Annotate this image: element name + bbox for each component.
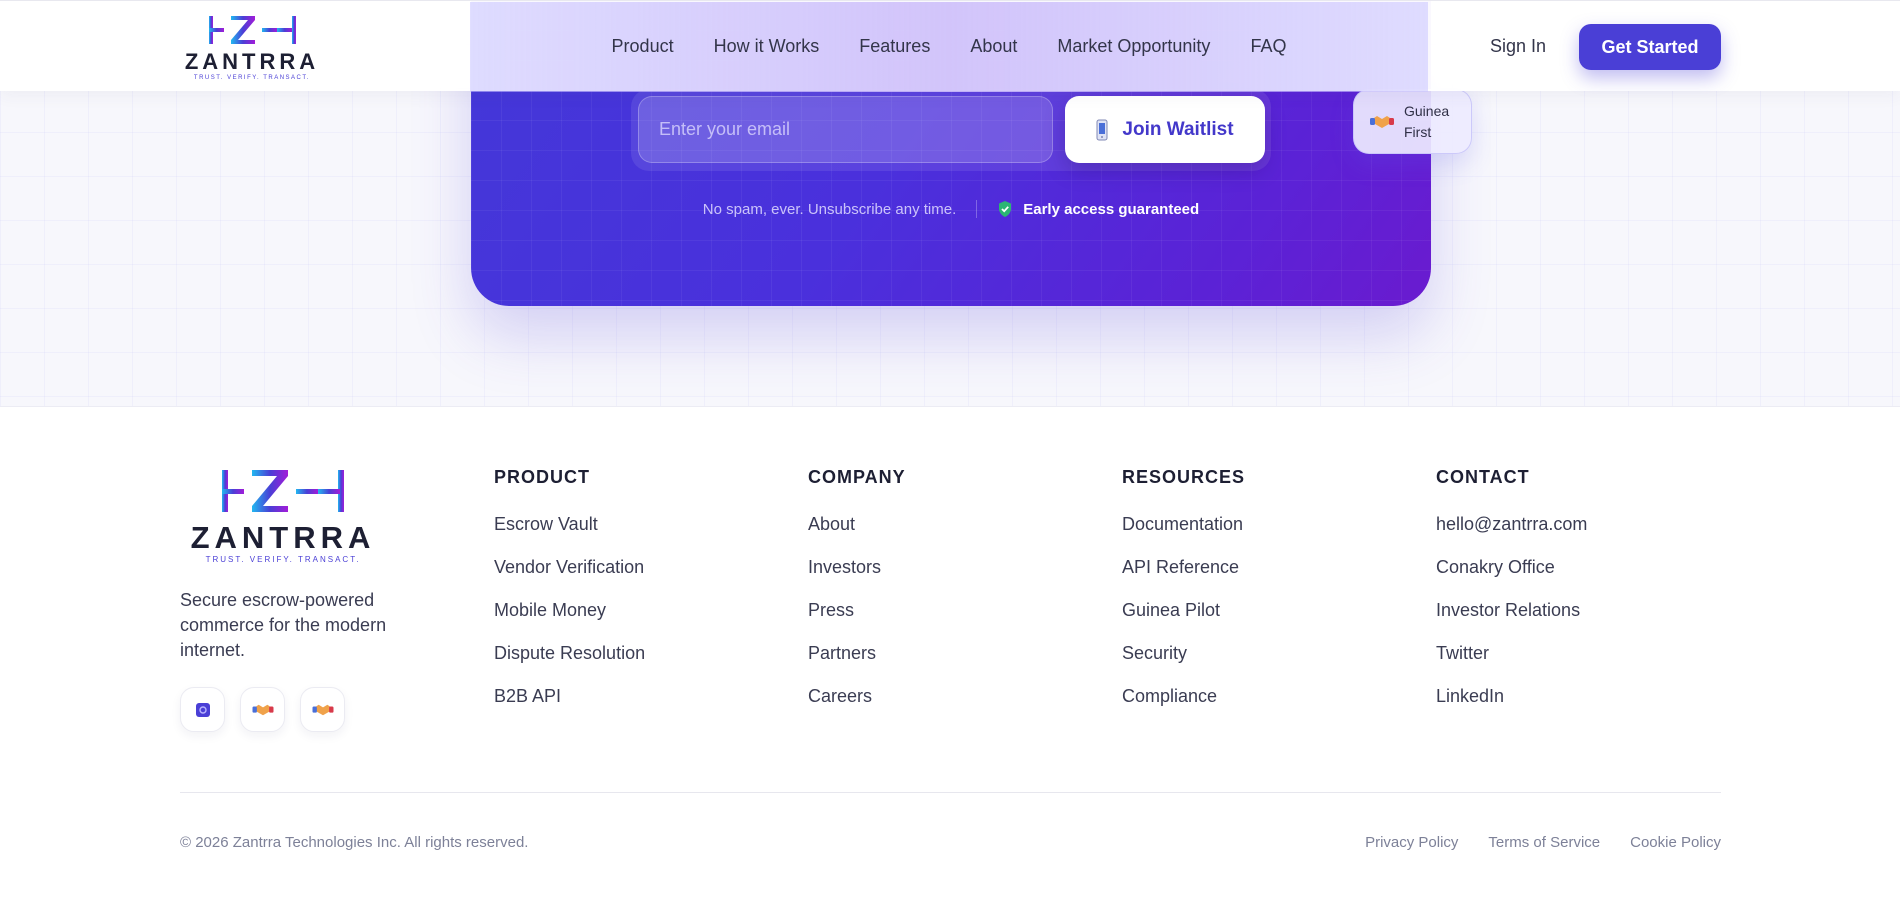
footer-link-escrow-vault[interactable]: Escrow Vault xyxy=(494,514,645,557)
handshake-icon xyxy=(312,704,333,715)
note-divider xyxy=(976,200,978,218)
footer-column-title: RESOURCES xyxy=(1122,467,1246,487)
footer-column-title: PRODUCT xyxy=(494,467,590,487)
footer-logo-tagline: TRUST. VERIFY. TRANSACT. xyxy=(206,555,361,564)
waitlist-notes: No spam, ever. Unsubscribe any time. Ear… xyxy=(471,200,1431,218)
email-input[interactable] xyxy=(638,96,1053,163)
nav-how-it-works[interactable]: How it Works xyxy=(714,36,820,57)
nav-product[interactable]: Product xyxy=(612,36,674,57)
footer-link-about[interactable]: About xyxy=(808,514,906,557)
footer-link-press[interactable]: Press xyxy=(808,600,906,643)
guinea-first-label: Guinea First xyxy=(1404,102,1450,140)
mobile-phone-icon xyxy=(1096,119,1108,140)
footer-column-title: CONTACT xyxy=(1436,467,1530,487)
footer-link-twitter[interactable]: Twitter xyxy=(1436,643,1587,686)
get-started-button[interactable]: Get Started xyxy=(1579,24,1721,70)
footer-link-investors[interactable]: Investors xyxy=(808,557,906,600)
nav-features[interactable]: Features xyxy=(859,36,930,57)
footer-tagline: Secure escrow-powered commerce for the m… xyxy=(180,590,387,660)
copyright-text: © 2026 Zantrra Technologies Inc. All rig… xyxy=(180,834,529,851)
footer-link-conakry-office[interactable]: Conakry Office xyxy=(1436,557,1587,600)
footer-link-documentation[interactable]: Documentation xyxy=(1122,514,1245,557)
nav-about[interactable]: About xyxy=(970,36,1017,57)
shield-check-icon xyxy=(999,201,1012,217)
logo-wordmark: ZANTRRA xyxy=(185,49,319,74)
footer-link-security[interactable]: Security xyxy=(1122,643,1245,686)
waitlist-form: Join Waitlist xyxy=(631,89,1271,171)
guinea-first-badge: Guinea First xyxy=(1353,89,1472,154)
footer-link-dispute-resolution[interactable]: Dispute Resolution xyxy=(494,643,645,686)
footer-column-contact: CONTACT hello@zantrra.com Conakry Office… xyxy=(1436,467,1587,729)
footer-link-email[interactable]: hello@zantrra.com xyxy=(1436,514,1587,557)
footer-link-b2b-api[interactable]: B2B API xyxy=(494,686,645,729)
main-nav: Product How it Works Features About Mark… xyxy=(470,1,1428,92)
footer-link-api-reference[interactable]: API Reference xyxy=(1122,557,1245,600)
footer-link-guinea-pilot[interactable]: Guinea Pilot xyxy=(1122,600,1245,643)
footer-column-product: PRODUCT Escrow Vault Vendor Verification… xyxy=(494,467,645,729)
social-links xyxy=(180,687,345,732)
terms-of-service-link[interactable]: Terms of Service xyxy=(1488,834,1600,851)
cookie-policy-link[interactable]: Cookie Policy xyxy=(1630,834,1721,851)
footer-link-investor-relations[interactable]: Investor Relations xyxy=(1436,600,1587,643)
social-handshake-button-1[interactable] xyxy=(240,687,285,732)
nav-market-opportunity[interactable]: Market Opportunity xyxy=(1057,36,1210,57)
footer-column-title: COMPANY xyxy=(808,467,906,487)
privacy-policy-link[interactable]: Privacy Policy xyxy=(1365,834,1458,851)
footer-column-company: COMPANY About Investors Press Partners C… xyxy=(808,467,906,729)
footer-column-resources: RESOURCES Documentation API Reference Gu… xyxy=(1122,467,1245,729)
footer-link-compliance[interactable]: Compliance xyxy=(1122,686,1245,729)
footer-zantrra-logo[interactable]: ZANTRRA TRUST. VERIFY. TRANSACT. xyxy=(180,468,386,566)
footer-link-partners[interactable]: Partners xyxy=(808,643,906,686)
no-spam-note: No spam, ever. Unsubscribe any time. xyxy=(702,200,957,218)
join-waitlist-button[interactable]: Join Waitlist xyxy=(1065,96,1265,163)
handshake-icon xyxy=(252,704,273,715)
logo-tagline: TRUST. VERIFY. TRANSACT. xyxy=(194,75,310,81)
early-access-label: Early access guaranteed xyxy=(1023,200,1200,218)
social-handshake-button-2[interactable] xyxy=(300,687,345,732)
vault-icon xyxy=(195,702,210,717)
footer-divider xyxy=(180,792,1721,793)
site-header: ZANTRRA TRUST. VERIFY. TRANSACT. Product… xyxy=(0,0,1900,92)
social-vault-button[interactable] xyxy=(180,687,225,732)
legal-links: Privacy Policy Terms of Service Cookie P… xyxy=(1365,834,1721,851)
sign-in-link[interactable]: Sign In xyxy=(1490,36,1546,57)
footer-link-linkedin[interactable]: LinkedIn xyxy=(1436,686,1587,729)
footer-link-careers[interactable]: Careers xyxy=(808,686,906,729)
handshake-icon xyxy=(1370,115,1394,128)
zantrra-logo[interactable]: ZANTRRA TRUST. VERIFY. TRANSACT. xyxy=(180,13,325,81)
footer-link-vendor-verification[interactable]: Vendor Verification xyxy=(494,557,645,600)
footer-logo-wordmark: ZANTRRA xyxy=(191,520,376,555)
nav-faq[interactable]: FAQ xyxy=(1250,36,1286,57)
early-access-note: Early access guaranteed xyxy=(997,200,1199,218)
footer-link-mobile-money[interactable]: Mobile Money xyxy=(494,600,645,643)
join-waitlist-label: Join Waitlist xyxy=(1122,118,1234,140)
